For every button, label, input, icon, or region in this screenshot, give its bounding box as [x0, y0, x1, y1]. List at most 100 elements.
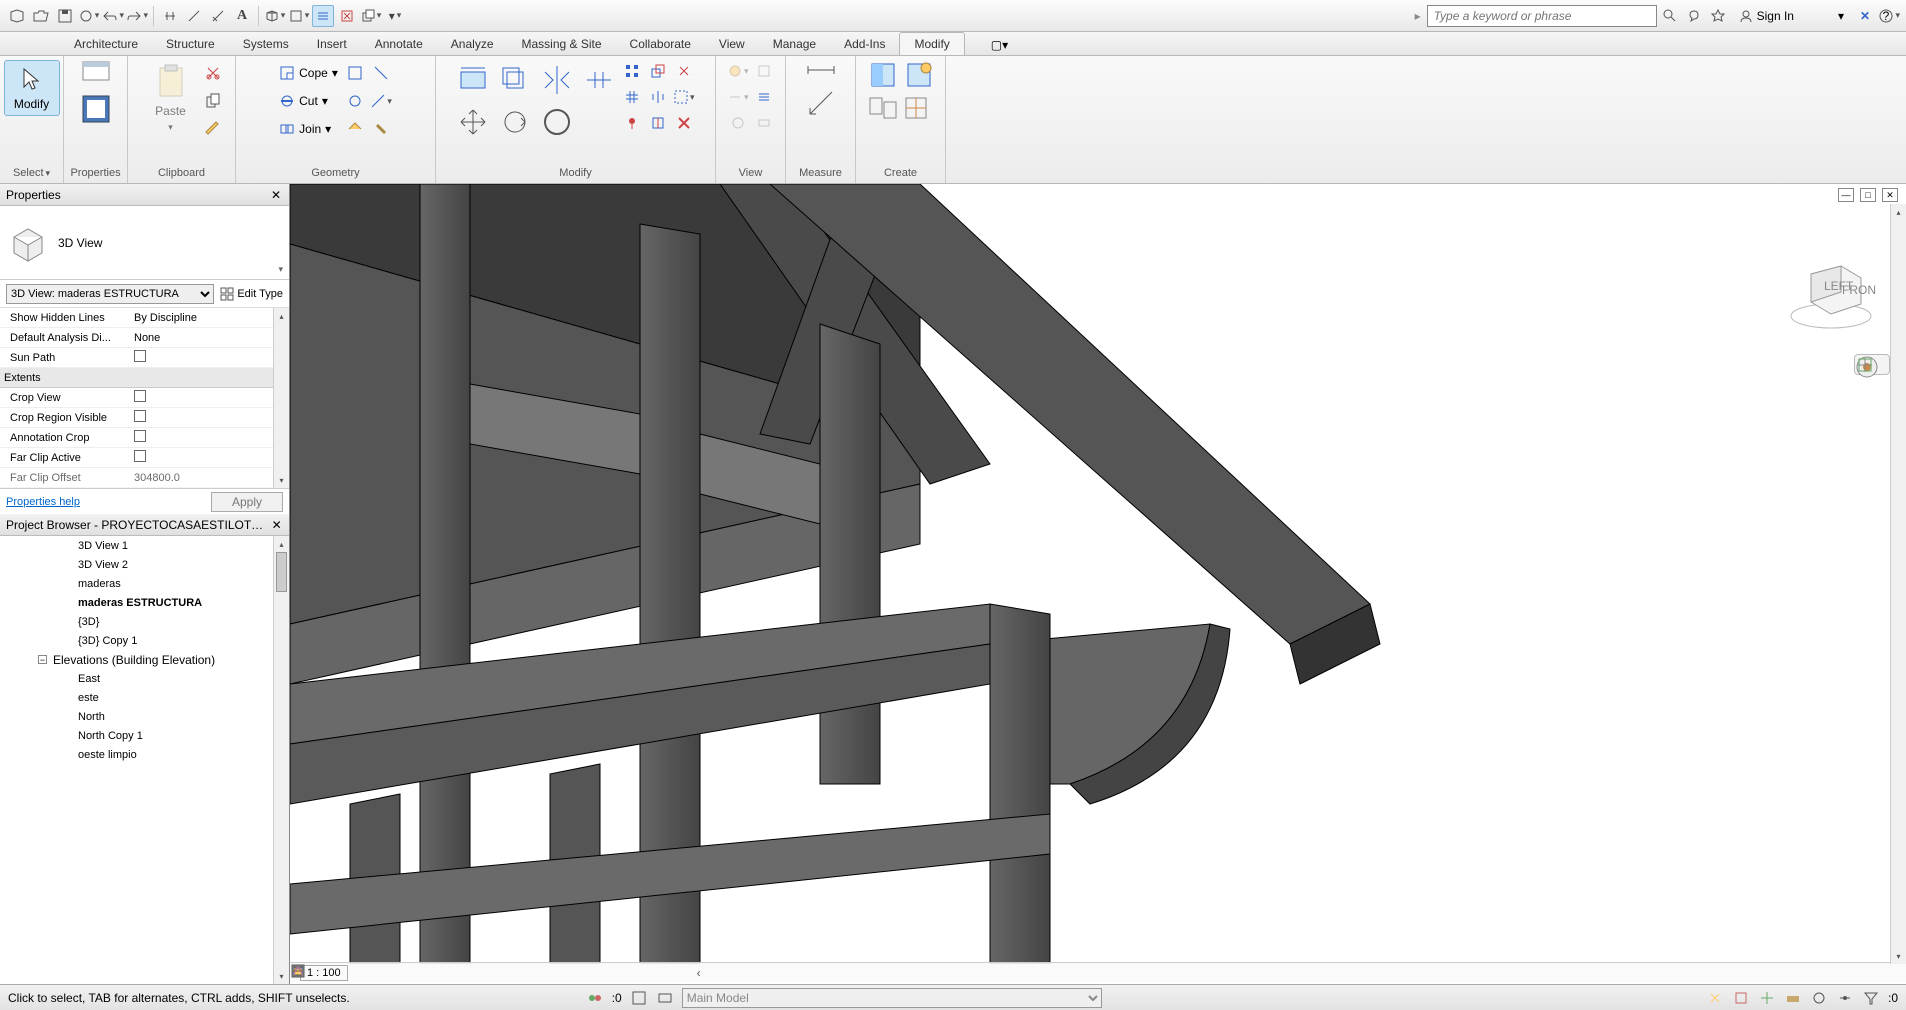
array-icon[interactable]	[621, 60, 643, 82]
cope-button[interactable]: Cope ▾	[279, 60, 338, 86]
browser-elev-item[interactable]: East	[0, 669, 289, 688]
modify-tool-button[interactable]: Modify	[4, 60, 60, 116]
matchtype-button[interactable]	[205, 116, 221, 142]
tab-massing[interactable]: Massing & Site	[508, 33, 616, 55]
close-views-icon[interactable]	[336, 5, 358, 27]
navigation-bar[interactable]: ▾	[1854, 354, 1890, 375]
render-icon[interactable]	[450, 964, 468, 982]
viewcube[interactable]: LEFT FRONT	[1786, 244, 1876, 334]
sb-i2-icon[interactable]	[1732, 989, 1750, 1007]
crop-show-icon[interactable]	[498, 964, 516, 982]
temp-hide-icon[interactable]	[546, 964, 564, 982]
view-scale[interactable]: 1 : 100	[300, 965, 348, 981]
properties-help-link[interactable]: Properties help	[6, 496, 80, 508]
browser-elev-item[interactable]: oeste limpio	[0, 745, 289, 764]
tab-addins[interactable]: Add-Ins	[830, 33, 899, 55]
apply-button[interactable]: Apply	[211, 492, 283, 512]
favorite-icon[interactable]	[1707, 5, 1729, 27]
tab-structure[interactable]: Structure	[152, 33, 229, 55]
properties-icon[interactable]	[79, 60, 113, 88]
detail-level-icon[interactable]	[354, 964, 372, 982]
vc-t3-icon[interactable]	[642, 964, 660, 982]
properties-header[interactable]: Properties ✕	[0, 184, 289, 206]
sun-path-icon[interactable]	[402, 964, 420, 982]
tab-manage[interactable]: Manage	[759, 33, 830, 55]
browser-elev-item[interactable]: North Copy 1	[0, 726, 289, 745]
text-icon[interactable]: A	[231, 5, 253, 27]
unpin-icon[interactable]	[673, 60, 695, 82]
farclip-checkbox[interactable]	[134, 450, 146, 462]
signin-button[interactable]: Sign In ▾	[1731, 9, 1852, 23]
view-t2-icon[interactable]	[753, 60, 775, 82]
create-parts-icon[interactable]	[904, 96, 928, 120]
visual-style-icon[interactable]	[378, 964, 396, 982]
mirror-tool-icon[interactable]	[541, 64, 573, 96]
sync-icon[interactable]	[78, 5, 100, 27]
app-menu-icon[interactable]	[6, 5, 28, 27]
view-close-icon[interactable]: ✕	[1882, 188, 1898, 202]
rotate-tool-icon[interactable]	[499, 106, 531, 138]
vc-t1-icon[interactable]	[594, 964, 612, 982]
sb-i4-icon[interactable]	[1784, 989, 1802, 1007]
tab-analyze[interactable]: Analyze	[437, 33, 508, 55]
filter-icon[interactable]	[1862, 989, 1880, 1007]
open-icon[interactable]	[30, 5, 52, 27]
redo-icon[interactable]	[126, 5, 148, 27]
browser-scrollbar[interactable]: ▴▾	[273, 536, 289, 984]
reveal-icon[interactable]	[570, 964, 588, 982]
browser-category[interactable]: −Elevations (Building Elevation)	[0, 650, 289, 669]
sb-i3-icon[interactable]	[1758, 989, 1776, 1007]
instance-selector[interactable]: 3D View: maderas ESTRUCTURA	[6, 284, 214, 304]
extents-category[interactable]: Extents	[0, 368, 289, 388]
measure-aligned-icon[interactable]	[806, 60, 836, 80]
props-scrollbar[interactable]: ▴▾	[273, 308, 289, 488]
move-tool-icon[interactable]	[457, 106, 489, 138]
browser-view-item[interactable]: maderas	[0, 574, 289, 593]
sb-i1-icon[interactable]	[1706, 989, 1724, 1007]
help-icon[interactable]: ?	[1878, 5, 1900, 27]
save-icon[interactable]	[54, 5, 76, 27]
pin-icon[interactable]	[621, 112, 643, 134]
type-properties-icon[interactable]	[81, 94, 111, 124]
group-icon[interactable]	[673, 86, 695, 108]
sb-i6-icon[interactable]	[1836, 989, 1854, 1007]
editable-only-icon[interactable]	[630, 989, 648, 1007]
tab-systems[interactable]: Systems	[229, 33, 303, 55]
geom-tool-5[interactable]	[344, 118, 366, 140]
browser-header[interactable]: Project Browser - PROYECTOCASAESTILOTUDO…	[0, 514, 289, 536]
undo-icon[interactable]	[102, 5, 124, 27]
browser-view-item[interactable]: 3D View 1	[0, 536, 289, 555]
vc-t4-icon[interactable]	[666, 964, 684, 982]
search-input[interactable]	[1427, 5, 1657, 27]
dimension-icon[interactable]	[207, 5, 229, 27]
measure-icon[interactable]	[183, 5, 205, 27]
geom-tool-2[interactable]	[370, 62, 392, 84]
cropview-checkbox[interactable]	[134, 390, 146, 402]
view-3d-icon[interactable]	[264, 5, 286, 27]
create-assembly-icon[interactable]	[868, 96, 898, 120]
search-icon[interactable]	[1659, 5, 1681, 27]
ribbon-collapse-icon[interactable]: ▢▾	[985, 35, 1014, 55]
viewport-scrollbar-v[interactable]: ▴▾	[1890, 204, 1906, 964]
join-button[interactable]: Join ▾	[279, 116, 338, 142]
type-selector[interactable]: 3D View ▾	[0, 206, 289, 280]
tab-view[interactable]: View	[705, 33, 759, 55]
view-hide-icon[interactable]	[727, 60, 749, 82]
geom-tool-6[interactable]	[370, 118, 392, 140]
cropregion-checkbox[interactable]	[134, 410, 146, 422]
design-options-icon[interactable]	[656, 989, 674, 1007]
shadows-icon[interactable]	[426, 964, 444, 982]
crop-icon[interactable]	[474, 964, 492, 982]
split-tool-icon[interactable]	[583, 64, 615, 96]
view-t3-icon[interactable]	[727, 86, 749, 108]
view-t4-icon[interactable]	[753, 86, 775, 108]
viewport-3d[interactable]: — □ ✕ LEFT FRONT ▾ 1 : 100	[290, 184, 1906, 984]
browser-elev-item[interactable]: North	[0, 707, 289, 726]
switch-windows-icon[interactable]	[360, 5, 382, 27]
tab-annotate[interactable]: Annotate	[361, 33, 437, 55]
vc-left-icon[interactable]: ‹	[690, 964, 708, 982]
align-icon[interactable]	[159, 5, 181, 27]
geom-tool-4[interactable]	[370, 90, 392, 112]
view-t5-icon[interactable]	[727, 112, 749, 134]
annocrop-checkbox[interactable]	[134, 430, 146, 442]
